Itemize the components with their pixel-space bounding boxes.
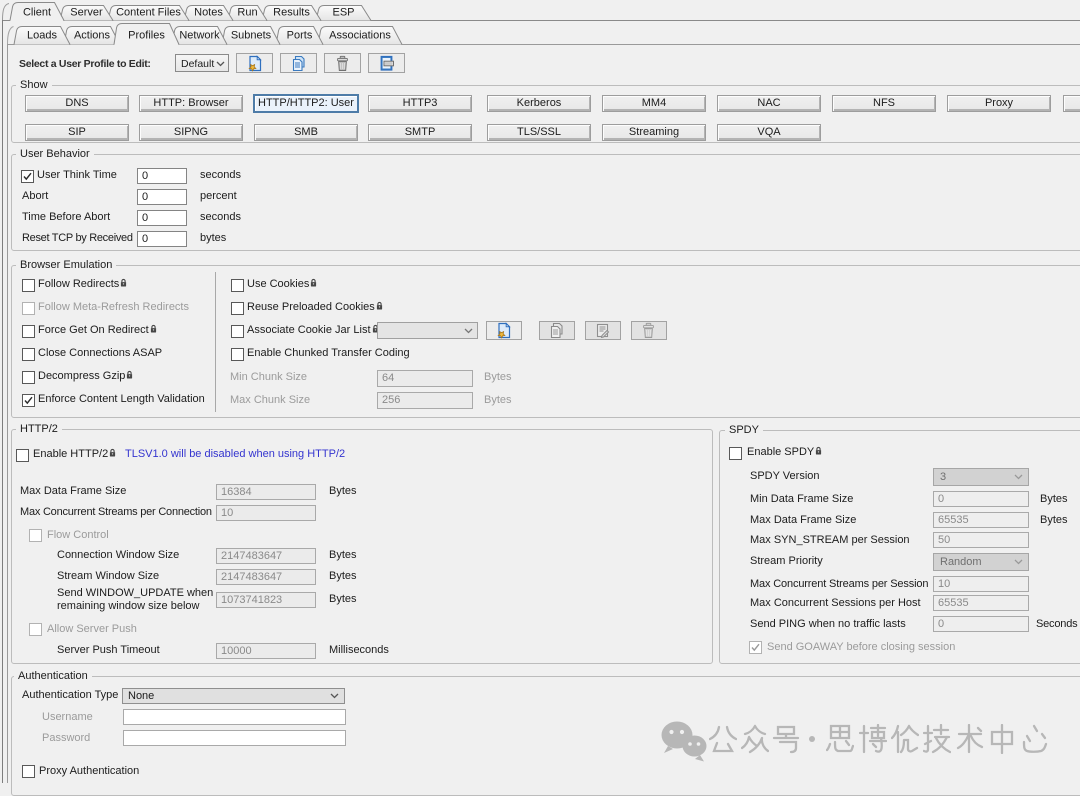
svg-text:Ports: Ports [287, 30, 313, 42]
svg-text:Actions: Actions [74, 30, 111, 42]
svg-text:Content Files: Content Files [116, 7, 181, 19]
svg-text:Notes: Notes [194, 7, 223, 19]
svg-text:Profiles: Profiles [128, 30, 165, 42]
svg-text:Associations: Associations [329, 30, 391, 42]
svg-text:Network: Network [179, 30, 220, 42]
svg-text:Loads: Loads [27, 30, 57, 42]
svg-text:Server: Server [70, 7, 103, 19]
svg-text:ESP: ESP [332, 7, 354, 19]
svg-text:Run: Run [237, 7, 257, 19]
svg-text:Client: Client [23, 7, 51, 19]
svg-text:Results: Results [273, 7, 310, 19]
svg-text:Subnets: Subnets [231, 30, 272, 42]
